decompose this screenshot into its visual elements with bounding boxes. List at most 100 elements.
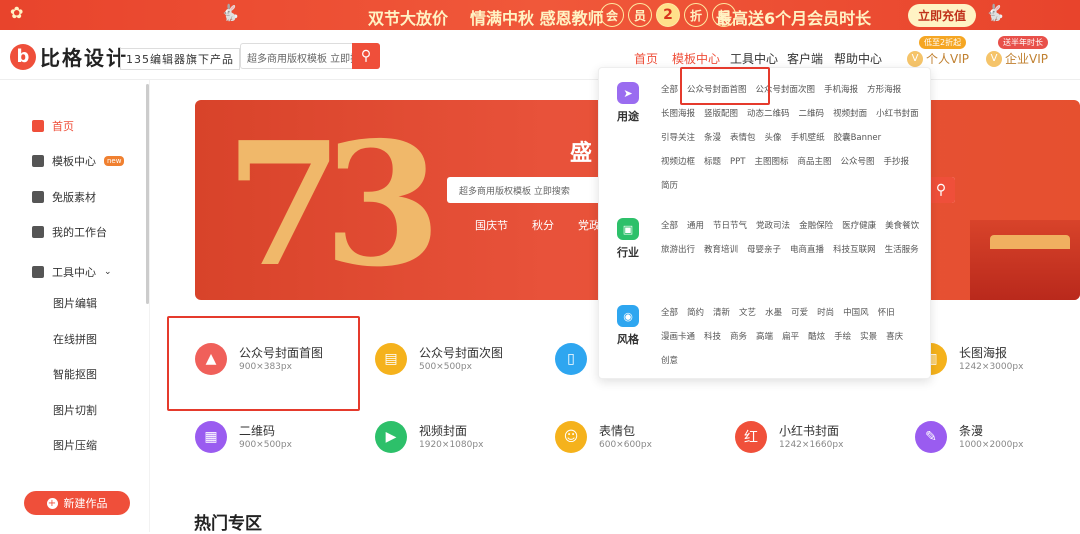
dropdown-item[interactable]: 电商直播: [790, 242, 824, 258]
grid-icon: [32, 155, 44, 167]
dropdown-item[interactable]: 胶囊Banner: [834, 130, 882, 146]
dropdown-item[interactable]: 扁平: [782, 329, 799, 345]
category-long-poster[interactable]: ▥ 长图海报 1242×3000px: [915, 343, 1075, 393]
dropdown-item[interactable]: 引导关注: [661, 130, 695, 146]
search-icon[interactable]: ⚲: [352, 43, 380, 69]
dropdown-item[interactable]: 手抄报: [884, 154, 910, 170]
dropdown-item[interactable]: 医疗健康: [842, 218, 876, 234]
dropdown-item[interactable]: 党政司法: [756, 218, 790, 234]
sidebar-item-materials[interactable]: 免版素材: [32, 189, 96, 205]
category-video-cover[interactable]: ▶ 视频封面 1920×1080px: [375, 421, 535, 471]
dropdown-item[interactable]: 视频边框: [661, 154, 695, 170]
nav-templates[interactable]: 模板中心: [672, 50, 720, 67]
dropdown-item[interactable]: 动态二维码: [747, 106, 790, 122]
dropdown-item[interactable]: 创意: [661, 353, 678, 369]
dropdown-item[interactable]: 竖版配图: [704, 106, 738, 122]
palette-icon: ◉: [617, 305, 639, 327]
hero-tag[interactable]: 党政: [578, 217, 600, 233]
dropdown-item[interactable]: 二维码: [799, 106, 825, 122]
sidebar-item-templates[interactable]: 模板中心 new: [32, 153, 125, 169]
category-qrcode[interactable]: ▦ 二维码 900×500px: [195, 421, 355, 471]
dropdown-item[interactable]: 标题: [704, 154, 721, 170]
dropdown-item[interactable]: 商务: [730, 329, 747, 345]
sidebar-item-workspace[interactable]: 我的工作台: [32, 224, 107, 240]
dropdown-item[interactable]: 公众号图: [841, 154, 875, 170]
sidebar-sub-item[interactable]: 图片压缩: [53, 437, 97, 453]
dropdown-item[interactable]: 科技: [704, 329, 721, 345]
dropdown-item[interactable]: 通用: [687, 218, 704, 234]
sidebar-item-tools[interactable]: 工具中心 ⌄: [32, 264, 112, 280]
dropdown-item[interactable]: 母婴亲子: [747, 242, 781, 258]
dropdown-item[interactable]: 漫画卡通: [661, 329, 695, 345]
sidebar-item-home[interactable]: 首页: [32, 118, 74, 134]
dropdown-item[interactable]: 手机壁纸: [791, 130, 825, 146]
dropdown-item[interactable]: 全部: [661, 82, 678, 98]
new-project-button[interactable]: + 新建作品: [24, 491, 130, 515]
dropdown-item[interactable]: 头像: [765, 130, 782, 146]
dropdown-item[interactable]: 节日节气: [713, 218, 747, 234]
dropdown-item[interactable]: 主图图标: [754, 154, 788, 170]
dropdown-item[interactable]: 简约: [687, 305, 704, 321]
vip-icon: V: [907, 50, 923, 67]
dropdown-item[interactable]: 手绘: [834, 329, 851, 345]
video-icon: ▶: [375, 421, 407, 453]
dropdown-item[interactable]: 表情包: [730, 130, 756, 146]
dropdown-item[interactable]: 文艺: [739, 305, 756, 321]
sidebar-item-label: 工具中心: [52, 266, 96, 279]
nav-help[interactable]: 帮助中心: [834, 50, 882, 67]
sidebar-sub-item[interactable]: 图片编辑: [53, 295, 97, 311]
category-name: 公众号封面次图: [419, 346, 504, 360]
nav-client[interactable]: 客户端: [787, 50, 823, 67]
sidebar-sub-item[interactable]: 图片切割: [53, 402, 97, 418]
logo[interactable]: b 比格设计: [10, 42, 128, 71]
nav-home[interactable]: 首页: [634, 50, 658, 67]
dropdown-item[interactable]: 长图海报: [661, 106, 695, 122]
dropdown-item[interactable]: 高端: [756, 329, 773, 345]
dropdown-item[interactable]: 全部: [661, 218, 678, 234]
dropdown-item[interactable]: 喜庆: [886, 329, 903, 345]
hero-title: 盛: [570, 141, 593, 166]
dropdown-item[interactable]: 清新: [713, 305, 730, 321]
dropdown-item[interactable]: 生活服务: [885, 242, 919, 258]
sidebar-item-label: 首页: [52, 120, 74, 133]
dropdown-item[interactable]: 视频封面: [833, 106, 867, 122]
send-icon: ➤: [617, 82, 639, 104]
dropdown-item[interactable]: 旅游出行: [661, 242, 695, 258]
dropdown-item[interactable]: 简历: [661, 178, 678, 194]
sidebar-sub-item[interactable]: 智能抠图: [53, 366, 97, 382]
promo-banner[interactable]: ✿ 🐇 双节大放价 情满中秋 感恩教师 会 员 2 折 起 最高送6个月会员时长…: [0, 0, 1080, 30]
dropdown-item[interactable]: 可爱: [791, 305, 808, 321]
recharge-button[interactable]: 立即充值: [908, 4, 977, 27]
nav-tools[interactable]: 工具中心: [730, 50, 778, 67]
dropdown-item[interactable]: 手机海报: [824, 82, 858, 98]
dropdown-item[interactable]: 水墨: [765, 305, 782, 321]
dropdown-item[interactable]: 教育培训: [704, 242, 738, 258]
category-comic-strip[interactable]: ✎ 条漫 1000×2000px: [915, 421, 1075, 471]
dropdown-item[interactable]: 商品主图: [798, 154, 832, 170]
hero-tag[interactable]: 秋分: [532, 217, 554, 233]
dropdown-item[interactable]: 时尚: [817, 305, 834, 321]
category-sticker[interactable]: ☺ 表情包 600×600px: [555, 421, 715, 471]
dropdown-item[interactable]: 中国风: [843, 305, 869, 321]
dropdown-item[interactable]: 全部: [661, 305, 678, 321]
new-badge: new: [104, 156, 125, 166]
hero-tag[interactable]: 国庆节: [475, 217, 508, 233]
search-icon[interactable]: ⚲: [927, 177, 955, 203]
sidebar-scrollbar[interactable]: [146, 84, 149, 304]
dropdown-item[interactable]: 条漫: [704, 130, 721, 146]
dropdown-item[interactable]: 美食餐饮: [885, 218, 919, 234]
category-redbook-cover[interactable]: 红 小红书封面 1242×1660px: [735, 421, 895, 471]
dropdown-item[interactable]: PPT: [730, 154, 745, 170]
dropdown-item[interactable]: 酷炫: [808, 329, 825, 345]
dropdown-item[interactable]: 方形海报: [867, 82, 901, 98]
category-size: 900×500px: [239, 440, 292, 450]
dropdown-item[interactable]: 科技互联网: [833, 242, 876, 258]
dropdown-item[interactable]: 实景: [860, 329, 877, 345]
file-icon: [32, 191, 44, 203]
dropdown-item[interactable]: 怀旧: [878, 305, 895, 321]
dropdown-item[interactable]: 金融保险: [799, 218, 833, 234]
dropdown-item[interactable]: 小红书封面: [876, 106, 919, 122]
category-wechat-cover-sub[interactable]: ▤ 公众号封面次图 500×500px: [375, 343, 535, 393]
category-size: 1242×3000px: [959, 362, 1024, 372]
sidebar-sub-item[interactable]: 在线拼图: [53, 331, 97, 347]
